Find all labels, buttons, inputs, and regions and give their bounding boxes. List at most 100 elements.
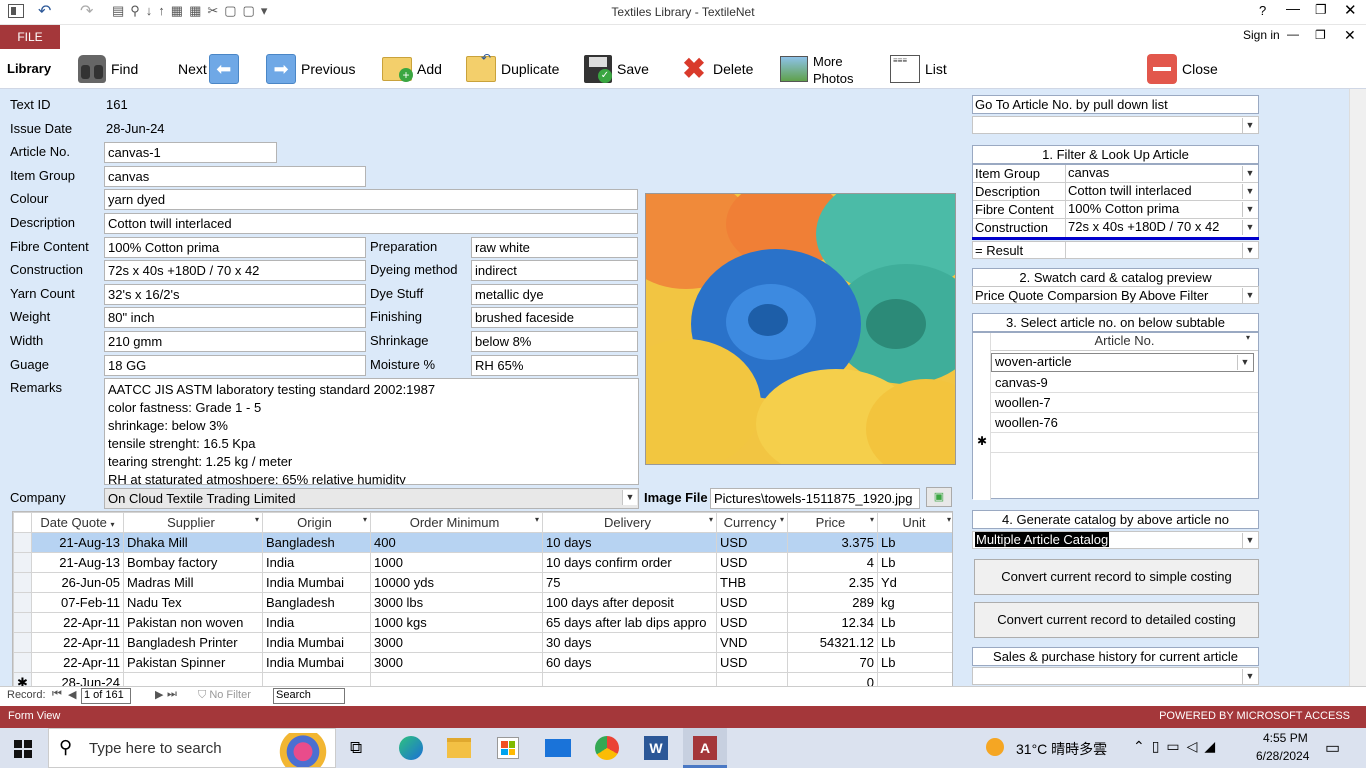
- help-icon[interactable]: ?: [1259, 3, 1266, 18]
- goto-combobox[interactable]: ▼: [972, 116, 1259, 134]
- column-header[interactable]: Order Minimum ▾: [370, 512, 543, 533]
- previous-button[interactable]: ➡ Previous: [266, 49, 355, 89]
- article-no-header[interactable]: Article No. ▾: [991, 333, 1258, 351]
- chevron-down-icon[interactable]: ▼: [1242, 166, 1257, 181]
- table-cell[interactable]: 10 days: [542, 532, 717, 553]
- filter-row[interactable]: Description Cotton twill interlaced ▼: [973, 183, 1258, 201]
- duplicate-button[interactable]: ↶ Duplicate: [466, 49, 559, 89]
- table-row[interactable]: 26-Jun-05 Madras Mill India Mumbai 10000 yd…: [13, 572, 952, 593]
- no-filter-button[interactable]: ⛉ No Filter: [198, 689, 251, 702]
- store-icon[interactable]: [497, 737, 519, 759]
- finishing-field[interactable]: brushed faceside: [471, 307, 638, 328]
- notification-icon[interactable]: ▭: [1325, 738, 1340, 758]
- chevron-down-icon[interactable]: ▼: [1242, 118, 1257, 133]
- table-cell[interactable]: Pakistan non woven: [123, 612, 263, 633]
- clock-time[interactable]: 4:55 PM: [1263, 731, 1308, 745]
- row-selector[interactable]: [13, 572, 32, 593]
- colour-field[interactable]: yarn dyed: [104, 189, 638, 210]
- chevron-down-icon[interactable]: ▼: [1242, 220, 1257, 235]
- list-button[interactable]: ≡≡≡ List: [890, 49, 947, 89]
- table-cell[interactable]: Nadu Tex: [123, 592, 263, 613]
- table-row[interactable]: 21-Aug-13 Dhaka Mill Bangladesh 400 10 days U…: [13, 532, 952, 553]
- table-cell[interactable]: Bangladesh: [262, 592, 371, 613]
- more-photos-button[interactable]: More Photos: [780, 49, 853, 89]
- row-selector[interactable]: [13, 612, 32, 633]
- table-row[interactable]: 21-Aug-13 Bombay factory India 1000 10 days …: [13, 552, 952, 573]
- row-selector[interactable]: [13, 592, 32, 613]
- add-image-icon[interactable]: ▣: [926, 487, 952, 507]
- preparation-field[interactable]: raw white: [471, 237, 638, 258]
- table-row[interactable]: 22-Apr-11 Pakistan non woven India 1000 kgs…: [13, 612, 952, 633]
- table-cell[interactable]: Bombay factory: [123, 552, 263, 573]
- table-cell[interactable]: 21-Aug-13: [31, 552, 124, 573]
- chevron-down-icon[interactable]: ▼: [1242, 202, 1257, 217]
- chevron-down-icon[interactable]: ▼: [1242, 184, 1257, 199]
- chevron-down-icon[interactable]: ▼: [1242, 533, 1257, 548]
- table-cell[interactable]: 1000 kgs: [370, 612, 543, 633]
- table-cell[interactable]: Lb: [877, 612, 952, 633]
- file-tab[interactable]: FILE: [0, 25, 60, 49]
- table-cell[interactable]: USD: [716, 552, 788, 573]
- mail-icon[interactable]: [545, 739, 571, 757]
- table-cell[interactable]: 70: [787, 652, 878, 673]
- table-cell[interactable]: Lb: [877, 652, 952, 673]
- add-button[interactable]: + Add: [382, 49, 442, 89]
- item-group-field[interactable]: canvas: [104, 166, 366, 187]
- table-cell[interactable]: Yd: [877, 572, 952, 593]
- table-cell[interactable]: Lb: [877, 632, 952, 653]
- table-cell[interactable]: Dhaka Mill: [123, 532, 263, 553]
- table-cell[interactable]: 4: [787, 552, 878, 573]
- table-cell[interactable]: 65 days after lab dips appro: [542, 612, 717, 633]
- table-cell[interactable]: 400: [370, 532, 543, 553]
- remarks-field[interactable]: AATCC JIS ASTM laboratory testing standa…: [104, 378, 639, 485]
- swatch-combobox[interactable]: Price Quote Comparsion By Above Filter ▼: [972, 286, 1259, 304]
- result-combobox[interactable]: = Result ▼: [972, 241, 1259, 259]
- table-cell[interactable]: USD: [716, 612, 788, 633]
- table-cell[interactable]: India Mumbai: [262, 652, 371, 673]
- chevron-down-icon[interactable]: ▼: [1242, 243, 1257, 258]
- article-item[interactable]: canvas-9: [991, 373, 1258, 393]
- table-cell[interactable]: India: [262, 552, 371, 573]
- delete-button[interactable]: ✖ Delete: [680, 49, 753, 89]
- last-record-icon[interactable]: ⏭: [167, 688, 177, 701]
- table-cell[interactable]: kg: [877, 592, 952, 613]
- table-row[interactable]: 22-Apr-11 Pakistan Spinner India Mumbai 300…: [13, 652, 952, 673]
- column-header[interactable]: Supplier ▾: [123, 512, 263, 533]
- column-header[interactable]: Delivery ▾: [542, 512, 717, 533]
- column-header[interactable]: Unit ▾: [877, 512, 952, 533]
- minimize-button[interactable]: —: [1286, 0, 1300, 16]
- chevron-down-icon[interactable]: ▼: [1242, 669, 1257, 684]
- table-cell[interactable]: 28-Jun-24: [31, 672, 124, 686]
- guage-field[interactable]: 18 GG: [104, 355, 366, 376]
- table-cell[interactable]: 12.34: [787, 612, 878, 633]
- file-explorer-icon[interactable]: [447, 738, 471, 758]
- table-cell[interactable]: 10000 yds: [370, 572, 543, 593]
- article-combobox[interactable]: woven-article ▼: [991, 353, 1254, 372]
- find-button[interactable]: Find: [78, 49, 138, 89]
- table-cell[interactable]: 22-Apr-11: [31, 652, 124, 673]
- simple-costing-button[interactable]: Convert current record to simple costing: [974, 559, 1259, 595]
- table-cell[interactable]: 22-Apr-11: [31, 632, 124, 653]
- table-cell[interactable]: 0: [787, 672, 878, 686]
- form-scrollbar[interactable]: [1349, 89, 1366, 686]
- ribbon-minimize-icon[interactable]: —: [1287, 27, 1299, 41]
- row-selector[interactable]: [13, 552, 32, 573]
- history-combobox[interactable]: ▼: [972, 667, 1259, 685]
- table-cell[interactable]: 3000: [370, 652, 543, 673]
- chrome-icon[interactable]: [595, 736, 619, 760]
- table-cell[interactable]: 289: [787, 592, 878, 613]
- windows-start-icon[interactable]: [14, 740, 32, 758]
- table-cell[interactable]: USD: [716, 532, 788, 553]
- fibre-field[interactable]: 100% Cotton prima: [104, 237, 366, 258]
- task-view-icon[interactable]: ⧉: [350, 738, 362, 758]
- article-no-field[interactable]: canvas-1: [104, 142, 277, 163]
- filter-row[interactable]: Item Group canvas ▼: [973, 165, 1258, 183]
- image-file-field[interactable]: Pictures\towels-1511875_1920.jpg: [710, 488, 920, 509]
- column-header[interactable]: Origin ▾: [262, 512, 371, 533]
- table-cell[interactable]: 30 days: [542, 632, 717, 653]
- table-cell[interactable]: USD: [716, 652, 788, 673]
- taskbar-search[interactable]: ⚲ Type here to search: [48, 728, 336, 768]
- tray-icons[interactable]: ⌃▯▭◁◢: [1133, 738, 1222, 755]
- search-input[interactable]: Search: [273, 688, 345, 704]
- table-cell[interactable]: 21-Aug-13: [31, 532, 124, 553]
